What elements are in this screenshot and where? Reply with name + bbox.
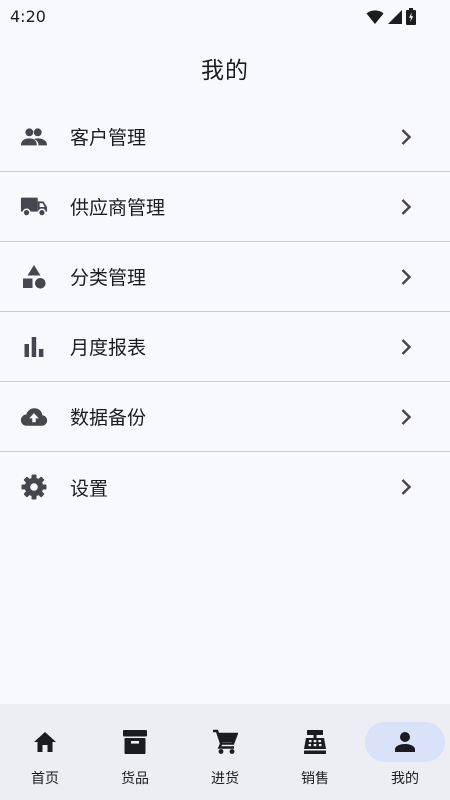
people-icon (20, 123, 48, 151)
menu-item-settings[interactable]: 设置 (0, 452, 450, 522)
menu-item-label: 分类管理 (70, 267, 147, 289)
gear-icon (20, 473, 48, 501)
nav-item-goods[interactable]: 货品 (90, 704, 180, 800)
menu-item-customers[interactable]: 客户管理 (0, 102, 450, 172)
nav-label: 首页 (31, 771, 59, 787)
nav-label: 销售 (301, 771, 329, 787)
menu-list: 客户管理 供应商管理 分类管理 月度报表 数据备份 设置 (0, 102, 450, 522)
menu-item-label: 设置 (70, 477, 109, 500)
nav-item-purchase[interactable]: 进货 (180, 704, 270, 800)
chevron-right-icon (398, 267, 414, 287)
chevron-right-icon (398, 407, 414, 427)
chevron-right-icon (398, 337, 414, 357)
bar-chart-icon (20, 333, 48, 361)
status-icons (366, 8, 416, 25)
home-icon (5, 722, 85, 762)
chevron-right-icon (398, 127, 414, 147)
menu-item-label: 客户管理 (70, 127, 147, 149)
category-icon (20, 263, 48, 291)
menu-item-label: 供应商管理 (70, 197, 166, 219)
menu-item-label: 数据备份 (70, 407, 147, 429)
cart-icon (185, 722, 265, 762)
battery-icon (406, 8, 416, 25)
menu-item-label: 月度报表 (70, 337, 147, 359)
menu-item-categories[interactable]: 分类管理 (0, 242, 450, 312)
nav-label: 进货 (211, 771, 239, 787)
wifi-icon (366, 9, 384, 25)
archive-box-icon (95, 722, 175, 762)
menu-item-data-backup[interactable]: 数据备份 (0, 382, 450, 452)
bottom-navigation: 首页 货品 进货 销售 我的 (0, 704, 450, 800)
app-bar: 我的 (0, 36, 450, 100)
person-icon (365, 722, 445, 762)
chevron-right-icon (398, 197, 414, 217)
nav-item-home[interactable]: 首页 (0, 704, 90, 800)
signal-icon (387, 9, 403, 25)
status-bar: 4:20 (0, 0, 450, 36)
nav-label: 我的 (391, 771, 419, 787)
nav-item-mine[interactable]: 我的 (360, 704, 450, 800)
cash-register-icon (275, 722, 355, 762)
cloud-upload-icon (20, 403, 48, 431)
nav-item-sales[interactable]: 销售 (270, 704, 360, 800)
menu-item-suppliers[interactable]: 供应商管理 (0, 172, 450, 242)
nav-label: 货品 (121, 771, 149, 787)
truck-icon (20, 193, 48, 221)
chevron-right-icon (398, 477, 414, 497)
page-title: 我的 (201, 58, 249, 84)
status-time: 4:20 (10, 7, 46, 26)
menu-item-monthly-report[interactable]: 月度报表 (0, 312, 450, 382)
